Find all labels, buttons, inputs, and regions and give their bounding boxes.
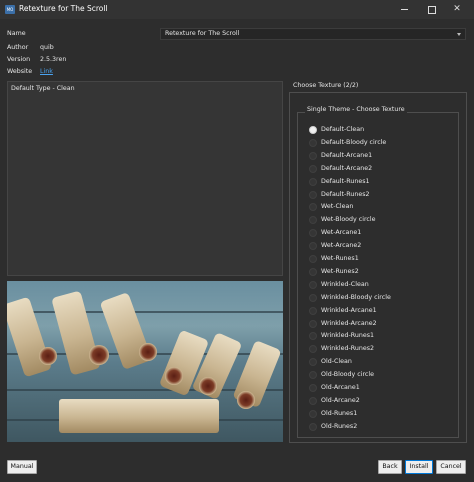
scroll-end [165, 367, 183, 385]
name-label: Name [7, 30, 26, 37]
close-button[interactable]: ✕ [444, 0, 470, 19]
option-label: Old-Arcane2 [321, 396, 360, 404]
radio-button[interactable] [309, 306, 317, 315]
scroll-end [139, 343, 157, 361]
scroll-end [199, 377, 217, 395]
description-text: Default Type - Clean [11, 85, 75, 92]
radio-button[interactable] [309, 409, 317, 418]
maximize-button[interactable] [418, 0, 444, 19]
scroll-end [89, 345, 109, 365]
scroll-image [59, 399, 219, 433]
option-label: Wet-Arcane2 [321, 242, 362, 250]
option-label: Default-Clean [321, 126, 365, 133]
preview-image [7, 281, 283, 442]
chevron-down-icon [457, 33, 461, 36]
radio-button[interactable] [309, 190, 317, 199]
scroll-end [39, 347, 57, 365]
name-dropdown[interactable]: Retexture for The Scroll [160, 28, 466, 40]
option-label: Default-Arcane1 [321, 151, 373, 159]
radio-button[interactable] [309, 126, 317, 134]
author-value: quib [40, 44, 54, 51]
option-label: Old-Clean [321, 358, 352, 366]
option-label: Wrinkled-Runes2 [321, 345, 375, 353]
version-label: Version [7, 56, 31, 63]
option-label: Default-Bloody circle [321, 138, 387, 146]
radio-button[interactable] [309, 138, 317, 147]
manual-button[interactable]: Manual [7, 460, 37, 474]
subgroup-title: Single Theme - Choose Texture [305, 106, 407, 113]
radio-button[interactable] [309, 151, 317, 160]
radio-button[interactable] [309, 319, 317, 328]
radio-button[interactable] [309, 267, 317, 276]
cancel-button[interactable]: Cancel [436, 460, 466, 474]
version-value: 2.5.3ren [40, 56, 67, 63]
radio-button[interactable] [309, 280, 317, 289]
radio-button[interactable] [309, 293, 317, 302]
option-label: Old-Runes1 [321, 409, 358, 417]
option-label: Wet-Arcane1 [321, 229, 362, 237]
option-label: Wet-Runes1 [321, 255, 359, 262]
option-label: Wet-Runes2 [321, 267, 359, 275]
radio-button[interactable] [309, 422, 317, 431]
author-label: Author [7, 44, 29, 51]
radio-button[interactable] [309, 164, 317, 173]
option-label: Wrinkled-Arcane2 [321, 319, 377, 327]
option-label: Default-Runes2 [321, 190, 370, 198]
install-button[interactable]: Install [405, 460, 433, 474]
group-title: Choose Texture (2/2) [291, 82, 361, 89]
plank-line [7, 311, 283, 313]
window-title: Retexture for The Scroll [19, 4, 108, 13]
option-label: Old-Runes2 [321, 422, 358, 430]
app-icon: MO [5, 5, 15, 14]
option-label: Wrinkled-Runes1 [321, 332, 375, 340]
option-label: Wet-Bloody circle [321, 216, 376, 224]
website-link[interactable]: Link [40, 68, 53, 75]
option-label: Wrinkled-Bloody circle [321, 293, 391, 301]
scroll-end [237, 391, 255, 409]
option-label: Old-Bloody circle [321, 371, 374, 379]
description-box: Default Type - Clean [7, 81, 283, 276]
website-label: Website [7, 68, 33, 75]
radio-button[interactable] [309, 177, 317, 186]
option-label: Wet-Clean [321, 203, 354, 211]
name-value: Retexture for The Scroll [165, 30, 240, 37]
option-label: Default-Arcane2 [321, 164, 373, 172]
option-label: Default-Runes1 [321, 177, 370, 185]
radio-button[interactable] [309, 255, 317, 263]
back-button[interactable]: Back [378, 460, 402, 474]
radio-button[interactable] [309, 396, 317, 405]
minimize-button[interactable] [392, 0, 418, 19]
option-label: Wrinkled-Arcane1 [321, 306, 377, 314]
option-label: Old-Arcane1 [321, 384, 360, 391]
option-label: Wrinkled-Clean [321, 280, 369, 288]
title-bar: MO Retexture for The Scroll ✕ [0, 0, 474, 19]
radio-button[interactable] [309, 384, 317, 392]
scroll-image [7, 296, 53, 378]
